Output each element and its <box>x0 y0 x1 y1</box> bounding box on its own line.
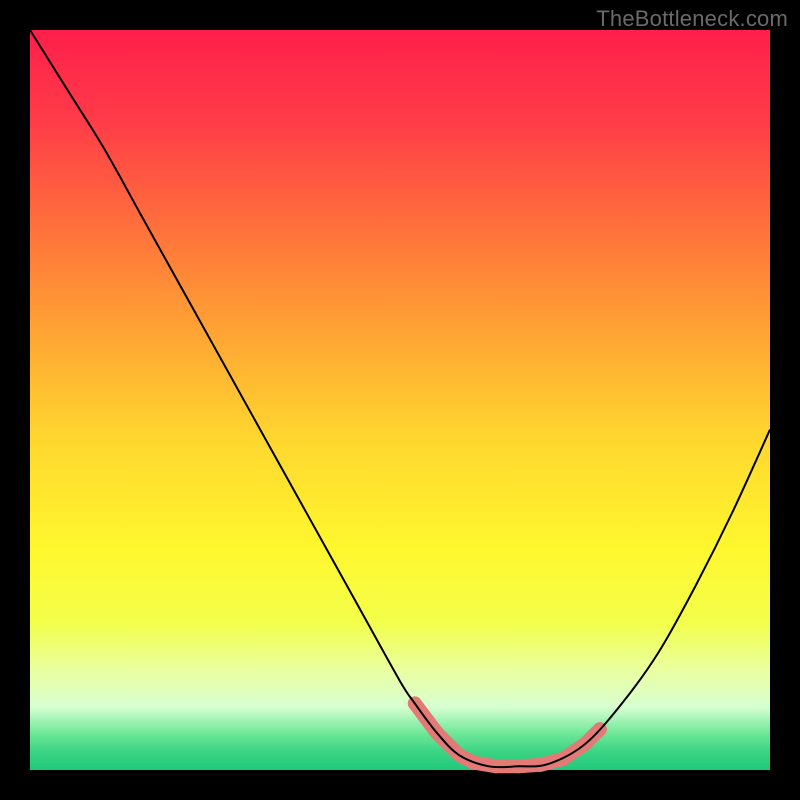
plot-background <box>30 30 770 770</box>
chart-frame: TheBottleneck.com <box>0 0 800 800</box>
watermark-text: TheBottleneck.com <box>596 6 788 32</box>
chart-canvas <box>0 0 800 800</box>
